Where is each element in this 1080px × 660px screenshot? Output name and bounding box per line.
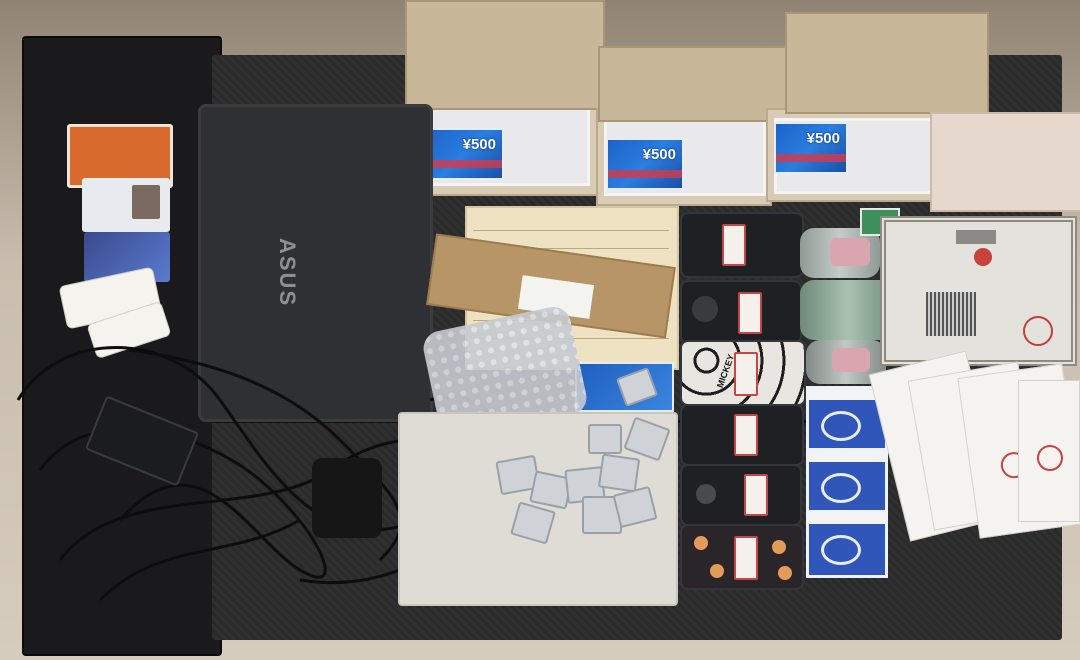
mobile-phone (680, 404, 804, 466)
phone-charger (312, 458, 382, 538)
mobile-phone (680, 464, 802, 526)
camera-bump (692, 296, 718, 322)
case-dot (778, 566, 792, 580)
sim-adapter (597, 453, 641, 493)
mobile-phone (680, 212, 804, 278)
evidence-tag (744, 474, 768, 516)
license-heading (956, 230, 996, 244)
boxed-card (806, 448, 888, 516)
case-dot (772, 540, 786, 554)
national-emblem (974, 248, 992, 266)
ruled-line (473, 230, 669, 231)
red-stamp (1037, 445, 1063, 471)
case-dot (710, 564, 724, 578)
business-license (880, 216, 1077, 366)
brand-mark (821, 473, 861, 503)
brand-mark (821, 535, 861, 565)
red-seal (1023, 316, 1053, 346)
mobile-phone (680, 524, 804, 590)
jar-label (830, 238, 870, 266)
jar-label (832, 348, 870, 372)
evidence-tag (722, 224, 746, 266)
camera-lens (696, 484, 716, 504)
evidence-tag (734, 352, 758, 396)
mobile-phone: MICKEY (680, 340, 806, 406)
qr-code (926, 292, 976, 336)
brand-mark (821, 411, 861, 441)
cable (98, 518, 301, 602)
sim-adapter (588, 424, 622, 454)
document-page (1018, 380, 1080, 522)
evidence-tag (734, 536, 758, 580)
box-stripe (809, 513, 885, 524)
mobile-phone (680, 280, 802, 344)
evidence-tag (738, 292, 762, 334)
box-stripe (809, 451, 885, 462)
case-dot (694, 536, 708, 550)
evidence-tag (734, 414, 758, 456)
phone-case-print: MICKEY (714, 352, 737, 390)
boxed-card (806, 510, 888, 578)
